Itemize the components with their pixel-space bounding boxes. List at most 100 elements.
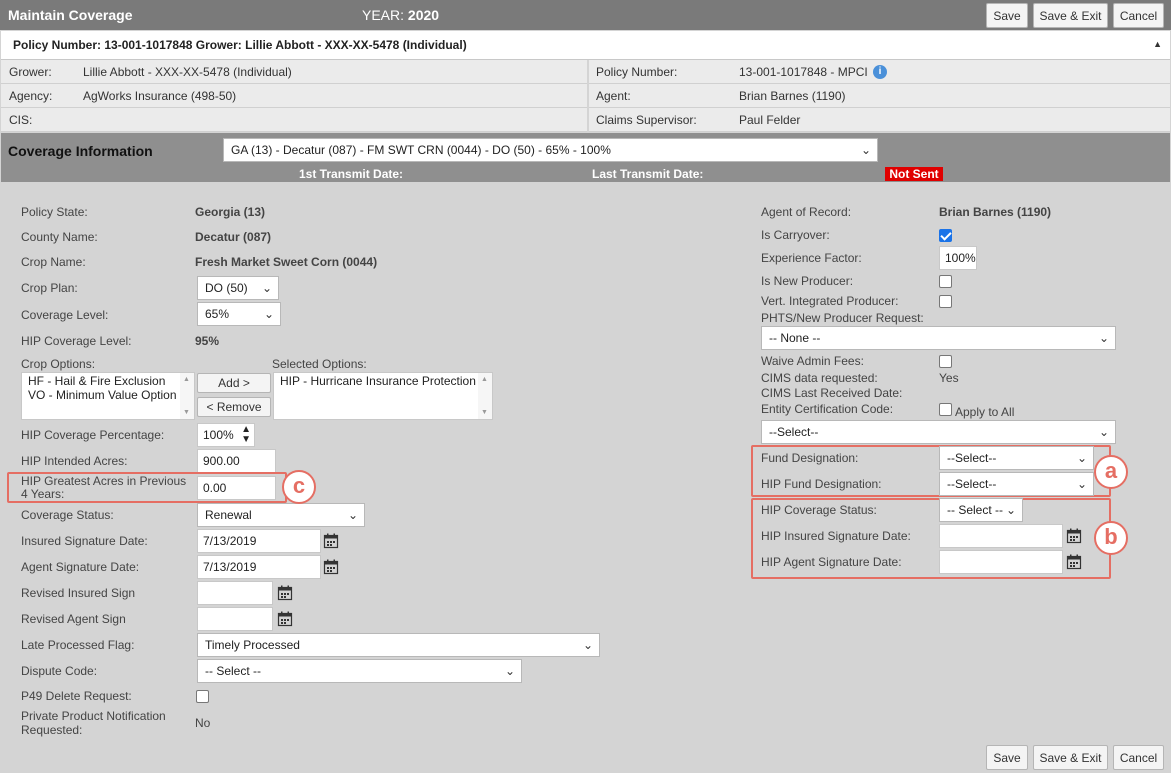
calendar-icon[interactable] — [321, 529, 341, 553]
new-producer-checkbox[interactable] — [939, 275, 952, 288]
revised-insured-sign-input[interactable] — [197, 581, 273, 605]
phts-select[interactable]: -- None -- ⌄ — [761, 326, 1116, 350]
agent-signature-input[interactable]: 7/13/2019 — [197, 555, 321, 579]
carryover-label: Is Carryover: — [761, 228, 830, 242]
info-icon[interactable]: i — [873, 65, 887, 79]
hip-agent-signature-input[interactable] — [939, 550, 1063, 574]
collapse-icon[interactable]: ▲ — [1153, 39, 1162, 49]
crop-name-label: Crop Name: — [21, 255, 86, 269]
hip-coverage-status-select[interactable]: -- Select -- ⌄ — [939, 498, 1023, 522]
hip-fund-designation-select[interactable]: --Select-- ⌄ — [939, 472, 1094, 496]
chevron-down-icon: ⌄ — [1076, 477, 1087, 491]
private-product-value: No — [195, 716, 211, 730]
private-product-label: Private Product Notification Requested: — [21, 709, 166, 737]
carryover-checkbox[interactable] — [939, 229, 952, 242]
policy-summary-text: Policy Number: 13-001-1017848 Grower: Li… — [13, 38, 467, 52]
coverage-select[interactable]: GA (13) - Decatur (087) - FM SWT CRN (00… — [223, 138, 878, 162]
list-item[interactable]: VO - Minimum Value Option — [22, 388, 194, 403]
chevron-down-icon: ⌄ — [582, 638, 593, 652]
list-item[interactable]: HF - Hail & Fire Exclusion — [22, 373, 194, 388]
hip-agent-signature-label: HIP Agent Signature Date: — [761, 555, 902, 569]
hip-coverage-level-label: HIP Coverage Level: — [21, 334, 132, 348]
revised-agent-sign-label: Revised Agent Sign — [21, 612, 126, 626]
hip-insured-signature-input[interactable] — [939, 524, 1063, 548]
insured-signature-input[interactable]: 7/13/2019 — [197, 529, 321, 553]
hip-intended-acres-input[interactable]: 900.00 — [197, 449, 276, 473]
calendar-icon[interactable] — [275, 607, 295, 631]
entity-cert-label: Entity Certification Code: — [761, 402, 894, 416]
late-processed-select[interactable]: Timely Processed ⌄ — [197, 633, 600, 657]
coverage-level-select[interactable]: 65% ⌄ — [197, 302, 281, 326]
status-badge: Not Sent — [885, 167, 943, 181]
remove-option-button[interactable]: < Remove — [197, 397, 271, 417]
policy-number-label: Policy Number: — [596, 65, 678, 79]
cancel-button[interactable]: Cancel — [1113, 3, 1164, 28]
vert-integrated-label: Vert. Integrated Producer: — [761, 294, 899, 308]
experience-factor-input[interactable]: 100% — [939, 246, 977, 270]
agency-label: Agency: — [9, 89, 53, 103]
info-row-grower: Grower: Lillie Abbott - XXX-XX-5478 (Ind… — [1, 60, 1170, 84]
grower-label: Grower: — [9, 65, 52, 79]
grower-value: Lillie Abbott - XXX-XX-5478 (Individual) — [83, 65, 292, 79]
claims-supervisor-value: Paul Felder — [739, 113, 801, 127]
scrollbar[interactable]: ▲ ▼ — [478, 373, 492, 419]
selected-options-list[interactable]: HIP - Hurricane Insurance Protection ▲ ▼ — [273, 372, 493, 420]
scrollbar[interactable]: ▲ ▼ — [180, 373, 194, 419]
coverage-status-select[interactable]: Renewal ⌄ — [197, 503, 365, 527]
cis-label: CIS: — [9, 113, 33, 127]
county-name-value: Decatur (087) — [195, 230, 272, 244]
hip-coverage-pct-label: HIP Coverage Percentage: — [21, 428, 165, 442]
list-item[interactable]: HIP - Hurricane Insurance Protection — [274, 373, 492, 388]
waive-admin-label: Waive Admin Fees: — [761, 354, 864, 368]
entity-cert-select[interactable]: --Select-- ⌄ — [761, 420, 1116, 444]
calendar-icon[interactable] — [1064, 524, 1084, 548]
callout-badge-c: c — [282, 470, 316, 504]
calendar-icon[interactable] — [1064, 550, 1084, 574]
agent-of-record-label: Agent of Record: — [761, 205, 852, 219]
phts-label: PHTS/New Producer Request: — [761, 311, 924, 325]
save-exit-button[interactable]: Save & Exit — [1033, 3, 1108, 28]
agent-value: Brian Barnes (1190) — [739, 89, 846, 103]
cims-requested-value: Yes — [939, 371, 959, 385]
calendar-icon[interactable] — [321, 555, 341, 579]
first-transmit-label: 1st Transmit Date: — [299, 167, 404, 181]
save-button-bottom[interactable]: Save — [986, 745, 1028, 770]
crop-options-list[interactable]: HF - Hail & Fire Exclusion VO - Minimum … — [21, 372, 195, 420]
apply-to-all-checkbox[interactable] — [939, 403, 952, 416]
agent-signature-label: Agent Signature Date: — [21, 560, 140, 574]
hip-fund-designation-label: HIP Fund Designation: — [761, 477, 882, 491]
callout-box-c — [7, 472, 287, 503]
fund-designation-label: Fund Designation: — [761, 451, 859, 465]
insured-signature-label: Insured Signature Date: — [21, 534, 148, 548]
policy-summary-header[interactable]: Policy Number: 13-001-1017848 Grower: Li… — [1, 31, 1170, 60]
coverage-status-label: Coverage Status: — [21, 508, 114, 522]
callout-badge-b: b — [1094, 521, 1128, 555]
info-row-cis: CIS: Claims Supervisor: Paul Felder — [1, 108, 1170, 132]
calendar-icon[interactable] — [275, 581, 295, 605]
waive-admin-checkbox[interactable] — [939, 355, 952, 368]
callout-badge-a: a — [1094, 455, 1128, 489]
coverage-info-title: Coverage Information — [8, 143, 153, 159]
add-option-button[interactable]: Add > — [197, 373, 271, 393]
crop-plan-label: Crop Plan: — [21, 281, 78, 295]
revised-agent-sign-input[interactable] — [197, 607, 273, 631]
save-exit-button-bottom[interactable]: Save & Exit — [1033, 745, 1108, 770]
vert-integrated-checkbox[interactable] — [939, 295, 952, 308]
cancel-button-bottom[interactable]: Cancel — [1113, 745, 1164, 770]
fund-designation-select[interactable]: --Select-- ⌄ — [939, 446, 1094, 470]
info-row-agency: Agency: AgWorks Insurance (498-50) Agent… — [1, 84, 1170, 108]
stepper-arrows-icon[interactable]: ▲ ▼ — [241, 425, 251, 445]
chevron-down-icon: ⌄ — [1076, 451, 1087, 465]
p49-delete-checkbox[interactable] — [196, 690, 209, 703]
crop-plan-select[interactable]: DO (50) ⌄ — [197, 276, 279, 300]
policy-number-value: 13-001-1017848 - MPCI — [739, 65, 868, 79]
cims-requested-label: CIMS data requested: — [761, 371, 878, 385]
chevron-down-icon: ⌄ — [860, 143, 871, 157]
hip-coverage-pct-stepper[interactable]: 100% ▲ ▼ — [197, 423, 255, 447]
selected-options-label: Selected Options: — [272, 357, 367, 371]
save-button[interactable]: Save — [986, 3, 1028, 28]
dispute-code-select[interactable]: -- Select -- ⌄ — [197, 659, 522, 683]
hip-coverage-level-value: 95% — [195, 334, 220, 348]
crop-options-label: Crop Options: — [21, 357, 96, 371]
experience-factor-label: Experience Factor: — [761, 251, 862, 265]
